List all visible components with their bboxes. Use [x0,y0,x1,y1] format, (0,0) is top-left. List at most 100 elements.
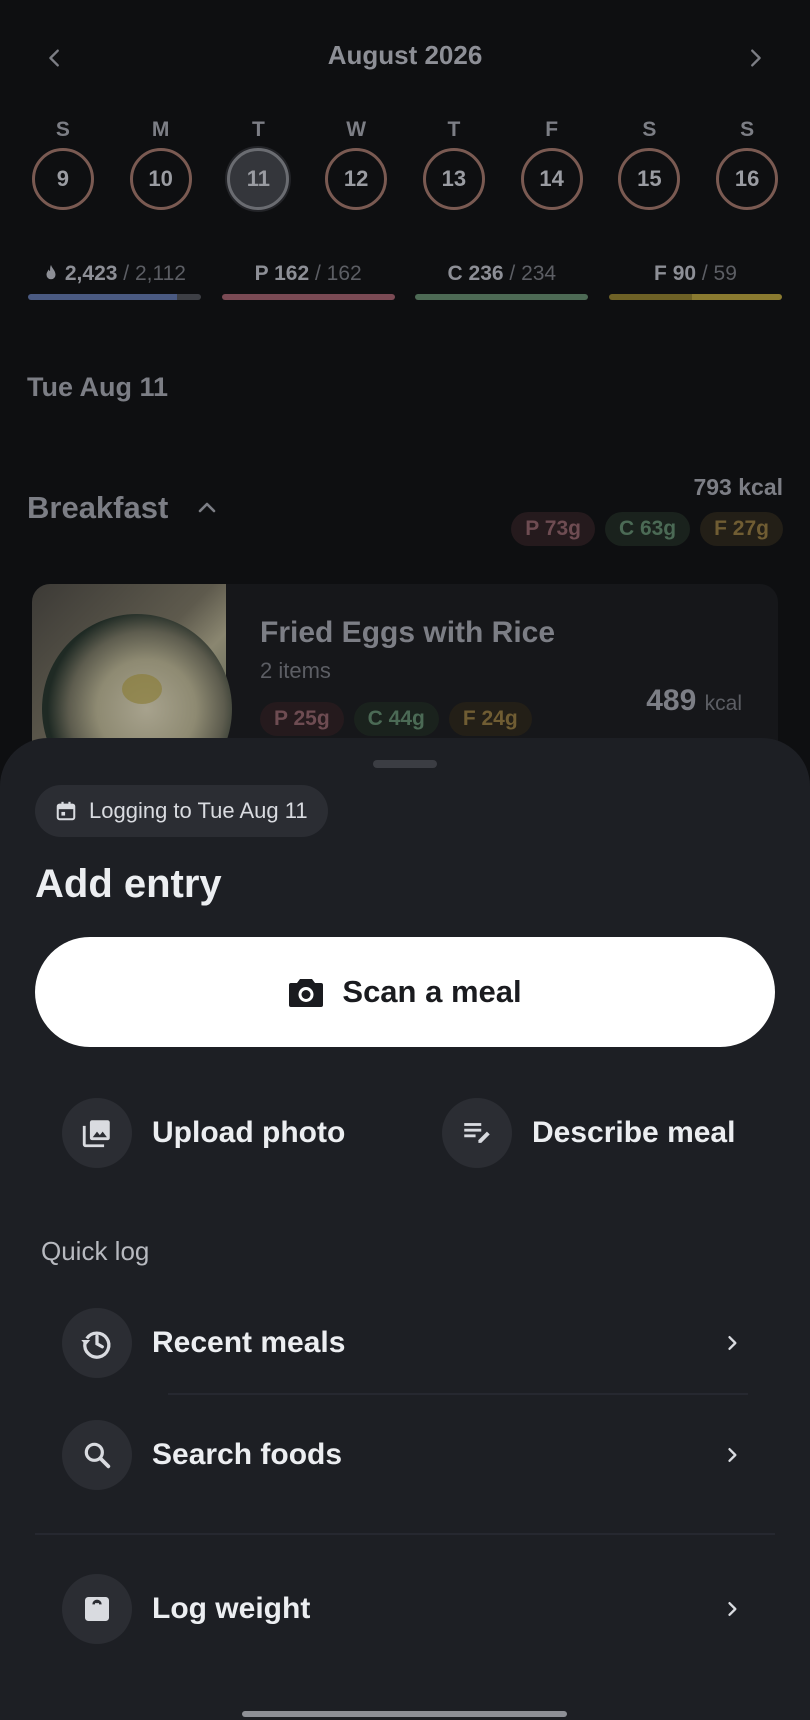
edit-note-icon [464,1123,490,1143]
fat-pill: F 27g [700,512,783,546]
day-10[interactable]: M 10 [112,118,210,210]
macro-summary: 2,423 / 2,112 P 162 / 162 C 236 / 234 F [28,262,782,300]
month-title: August 2026 [327,40,483,70]
day-14[interactable]: F 14 [503,118,601,210]
scale-icon [85,1597,109,1621]
search-icon [84,1442,111,1469]
divider [35,1533,775,1535]
history-icon [81,1331,111,1359]
carbs-pill: C 63g [604,512,691,546]
day-number[interactable]: 9 [31,148,94,210]
log-weight-label: Log weight [152,1592,311,1625]
search-foods-row[interactable]: Search foods [62,1420,752,1490]
day-number[interactable]: 12 [325,148,388,210]
carbs-progress-bar [415,294,589,300]
food-kcal-unit: kcal [704,692,742,715]
day-number[interactable]: 11 [227,148,290,210]
recent-icon-circle [62,1308,132,1378]
day-12[interactable]: W 12 [307,118,405,210]
food-kcal: 489 kcal [646,684,742,718]
date-heading: Tue Aug 11 [27,372,169,402]
fat-summary: F 90 / 59 [608,262,782,300]
log-weight-row[interactable]: Log weight [62,1574,752,1644]
chevron-right-icon[interactable] [735,38,775,78]
protein-pill: P 73g [511,512,595,546]
day-15[interactable]: S 15 [601,118,699,210]
carbs-label: C [447,262,463,285]
day-of-week: S [642,118,657,141]
carbs-pill: C 44g [353,702,439,736]
day-number[interactable]: 14 [520,148,583,210]
meal-title: Breakfast [27,490,169,525]
day-number[interactable]: 15 [618,148,681,210]
month-navigator: August 2026 [0,30,810,82]
day-of-week: S [55,118,70,141]
protein-text: P 162 / 162 [255,262,362,292]
chevron-up-icon[interactable] [195,496,219,525]
day-9[interactable]: S 9 [14,118,112,210]
upload-icon-circle [62,1098,132,1168]
fat-label: F [654,262,667,285]
fat-text: F 90 / 59 [654,262,737,292]
chevron-right-icon [712,1435,752,1475]
meal-kcal: 793 kcal [693,474,783,500]
home-indicator[interactable] [242,1711,567,1717]
day-13[interactable]: T 13 [405,118,503,210]
flame-icon [46,264,56,280]
day-of-week: T [251,118,265,141]
meal-header-breakfast[interactable]: Breakfast 793 kcal P 73g C 63g F 27g [27,470,783,550]
describe-meal-button[interactable]: Describe meal [442,1098,735,1168]
divider [168,1393,748,1395]
recent-meals-row[interactable]: Recent meals [62,1308,752,1378]
quick-log-heading: Quick log [41,1236,150,1266]
day-11-selected[interactable]: T 11 [210,118,308,210]
day-number[interactable]: 16 [716,148,779,210]
calories-summary: 2,423 / 2,112 [28,262,201,300]
calories-value: 2,423 [64,262,118,285]
day-number[interactable]: 13 [422,148,485,210]
logging-date-chip: Logging to Tue Aug 11 [35,785,328,837]
camera-icon [289,979,324,1007]
protein-pill: P 25g [260,702,344,736]
yolk-image [122,674,162,704]
day-of-week: T [447,118,461,141]
week-strip: S 9 M 10 T 11 W 12 T 13 F 14 S 15 S 16 [14,118,796,210]
upload-photo-label: Upload photo [152,1116,346,1149]
add-entry-sheet: Logging to Tue Aug 11 Add entry Scan a m… [0,738,810,1720]
fat-progress-bar [608,294,782,300]
photo-library-icon [82,1120,110,1148]
day-number[interactable]: 10 [129,148,192,210]
carbs-summary: C 236 / 234 [415,262,589,300]
meal-macro-pills: P 73g C 63g F 27g [511,512,783,546]
logging-date-text: Logging to Tue Aug 11 [89,798,308,823]
protein-summary: P 162 / 162 [221,262,395,300]
sheet-drag-handle[interactable] [373,760,437,768]
day-of-week: F [545,118,559,141]
protein-label: P [254,262,269,285]
chevron-right-icon [712,1589,752,1629]
fat-goal: / 59 [701,262,737,285]
food-item-count: 2 items [260,658,331,683]
chevron-right-icon [712,1323,752,1363]
day-of-week: W [346,118,367,141]
recent-meals-label: Recent meals [152,1326,346,1359]
describe-meal-label: Describe meal [532,1116,736,1149]
scan-meal-button[interactable]: Scan a meal [35,937,775,1047]
food-name: Fried Eggs with Rice [260,616,556,649]
scan-meal-label: Scan a meal [342,974,522,1009]
fat-pill: F 24g [448,702,532,736]
calendar-icon [56,801,76,821]
food-kcal-value: 489 [646,684,697,717]
protein-value: 162 [274,262,310,285]
day-of-week: M [151,118,170,141]
upload-photo-button[interactable]: Upload photo [62,1098,345,1168]
weight-icon-circle [62,1574,132,1644]
day-of-week: S [740,118,755,141]
calories-goal: / 2,112 [123,262,186,285]
calories-text: 2,423 / 2,112 [43,262,186,292]
sheet-title: Add entry [35,862,222,906]
protein-goal: / 162 [314,262,362,285]
food-macro-pills: P 25g C 44g F 24g [260,702,532,736]
describe-icon-circle [442,1098,512,1168]
day-16[interactable]: S 16 [698,118,796,210]
